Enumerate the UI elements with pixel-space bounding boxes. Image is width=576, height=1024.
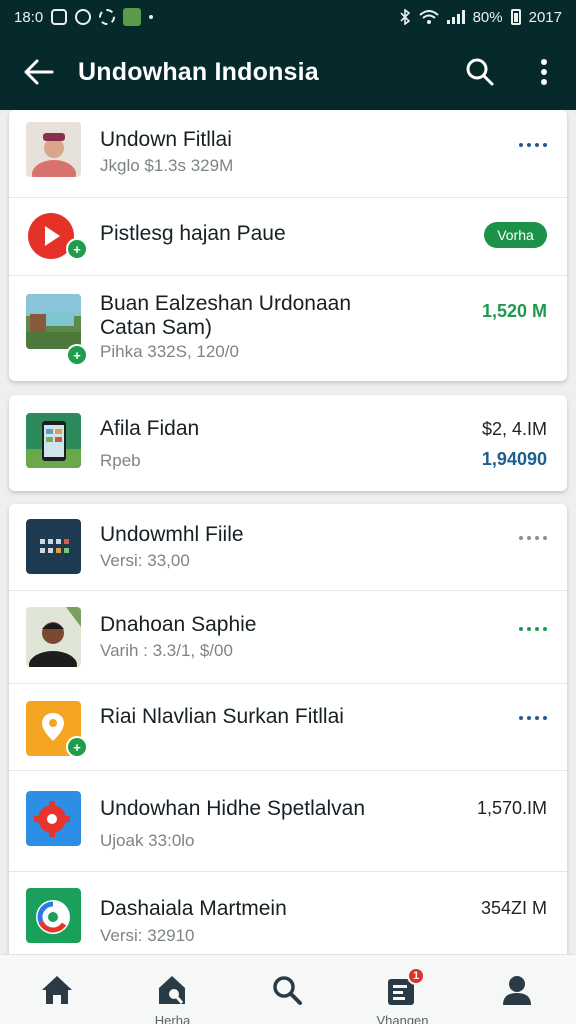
item-title: Afila Fidan (100, 417, 200, 440)
download-list[interactable]: Undown Fitllai Jkglo $1.3s 329M + Pistle… (0, 110, 576, 954)
back-button[interactable] (0, 34, 78, 110)
search-icon (268, 971, 306, 1009)
record-icon (75, 9, 92, 25)
person-photo (26, 122, 81, 177)
list-item[interactable]: Dashaiala Martmein Versi: 32910 354ZI M (9, 872, 567, 954)
item-title: Dashaiala Martmein (100, 897, 287, 920)
apps-home-icon (153, 971, 191, 1009)
nav-apps-label: Herha (154, 1013, 191, 1024)
item-price: $2, 4.IM (481, 419, 547, 439)
item-title: Pistlesg hajan Paue (100, 222, 286, 245)
bottom-navigation: Herha 1 Vhangen (0, 954, 576, 1024)
wifi-icon (418, 10, 439, 24)
more-options-icon[interactable] (519, 536, 547, 540)
home-icon (38, 971, 76, 1009)
arrow-left-icon (24, 59, 54, 85)
list-item[interactable]: Undowhan Hidhe Spetlalvan Ujoak 33:0lo 1… (9, 771, 567, 871)
more-vertical-icon (541, 59, 547, 85)
item-subtitle: Versi: 33,00 (100, 551, 190, 570)
list-item[interactable]: Undown Fitllai Jkglo $1.3s 329M (9, 110, 567, 197)
signal-icon (446, 10, 465, 24)
settings-icon (99, 9, 116, 25)
status-bar: 18:0 80% 2017 (0, 0, 576, 34)
download-card: Undowmhl Fiile Versi: 33,00 Dnahoan Saph… (9, 504, 567, 954)
item-title: Dnahoan Saphie (100, 613, 257, 636)
status-time: 18:0 (14, 8, 44, 26)
bluetooth-icon (400, 9, 410, 25)
item-subtitle: Versi: 32910 (100, 926, 195, 945)
item-size: 1,570.IM (476, 798, 547, 818)
nav-apps[interactable]: Herha (115, 955, 230, 1024)
item-size: 1,520 M (481, 301, 547, 321)
item-title: Buan Ealzeshan Urdonaan (100, 292, 352, 315)
notification-badge: 1 (407, 967, 425, 985)
item-subtitle: Varih : 3.3/1, $/00 (100, 641, 233, 660)
item-title: Undowhan Hidhe Spetlalvan (100, 797, 366, 820)
nav-updates-label: Vhangen (376, 1013, 429, 1024)
nav-updates[interactable]: 1 Vhangen (345, 955, 460, 1024)
item-subtitle: Rpeb (100, 451, 141, 470)
battery-icon (510, 9, 521, 25)
item-title: Undowmhl Fiile (100, 523, 244, 546)
phone-photo (26, 413, 81, 468)
red-gear-icon (26, 791, 81, 846)
item-title: Undown Fitllai (100, 128, 232, 151)
more-options-icon[interactable] (519, 716, 547, 720)
list-item[interactable]: + Buan Ealzeshan Urdonaan Catan Sam) Pih… (9, 276, 567, 381)
battery-percent: 80% (472, 8, 503, 26)
man-photo (26, 607, 81, 667)
more-button[interactable] (512, 34, 576, 110)
profile-icon (498, 971, 536, 1009)
list-item[interactable]: Undowmhl Fiile Versi: 33,00 (9, 504, 567, 590)
notification-icon (51, 9, 68, 25)
grid-app-icon (26, 519, 81, 574)
search-button[interactable] (448, 34, 512, 110)
nav-profile[interactable] (460, 955, 575, 1024)
list-item[interactable]: + Pistlesg hajan Paue Vorha (9, 198, 567, 275)
item-subtitle: Ujoak 33:0lo (100, 831, 195, 850)
app-bar: Undowhan Indonsia (0, 34, 576, 110)
search-icon (466, 58, 494, 86)
status-left: 18:0 (14, 8, 154, 26)
update-badge-icon: + (66, 344, 88, 366)
green-logo-icon (26, 888, 81, 943)
more-options-icon[interactable] (519, 627, 547, 631)
update-badge-icon: + (66, 736, 88, 758)
item-size: 1,94090 (481, 449, 547, 469)
list-item[interactable]: Afila Fidan Rpeb $2, 4.IM 1,94090 (9, 395, 567, 491)
status-clock: 2017 (528, 8, 562, 26)
nav-search[interactable] (230, 955, 345, 1024)
more-notifications-icon (149, 15, 154, 19)
status-right: 80% 2017 (399, 9, 562, 26)
item-title-line2: Catan Sam) (100, 316, 213, 339)
more-options-icon[interactable] (519, 143, 547, 147)
nav-home[interactable] (0, 955, 115, 1024)
item-subtitle: Pihka 332S, 120/0 (100, 342, 239, 361)
version-pill[interactable]: Vorha (484, 222, 547, 248)
gallery-icon (123, 8, 142, 26)
page-title: Undowhan Indonsia (78, 57, 319, 86)
item-size: 354ZI M (480, 898, 547, 918)
item-title: Riai Nlavlian Surkan Fitllai (100, 705, 344, 728)
update-badge-icon: + (66, 238, 88, 260)
list-item[interactable]: + Riai Nlavlian Surkan Fitllai (9, 684, 567, 770)
list-item[interactable]: Dnahoan Saphie Varih : 3.3/1, $/00 (9, 591, 567, 683)
download-card: Undown Fitllai Jkglo $1.3s 329M + Pistle… (9, 110, 567, 381)
download-card: Afila Fidan Rpeb $2, 4.IM 1,94090 (9, 395, 567, 491)
item-subtitle: Jkglo $1.3s 329M (100, 156, 234, 175)
landscape-photo (26, 294, 81, 349)
